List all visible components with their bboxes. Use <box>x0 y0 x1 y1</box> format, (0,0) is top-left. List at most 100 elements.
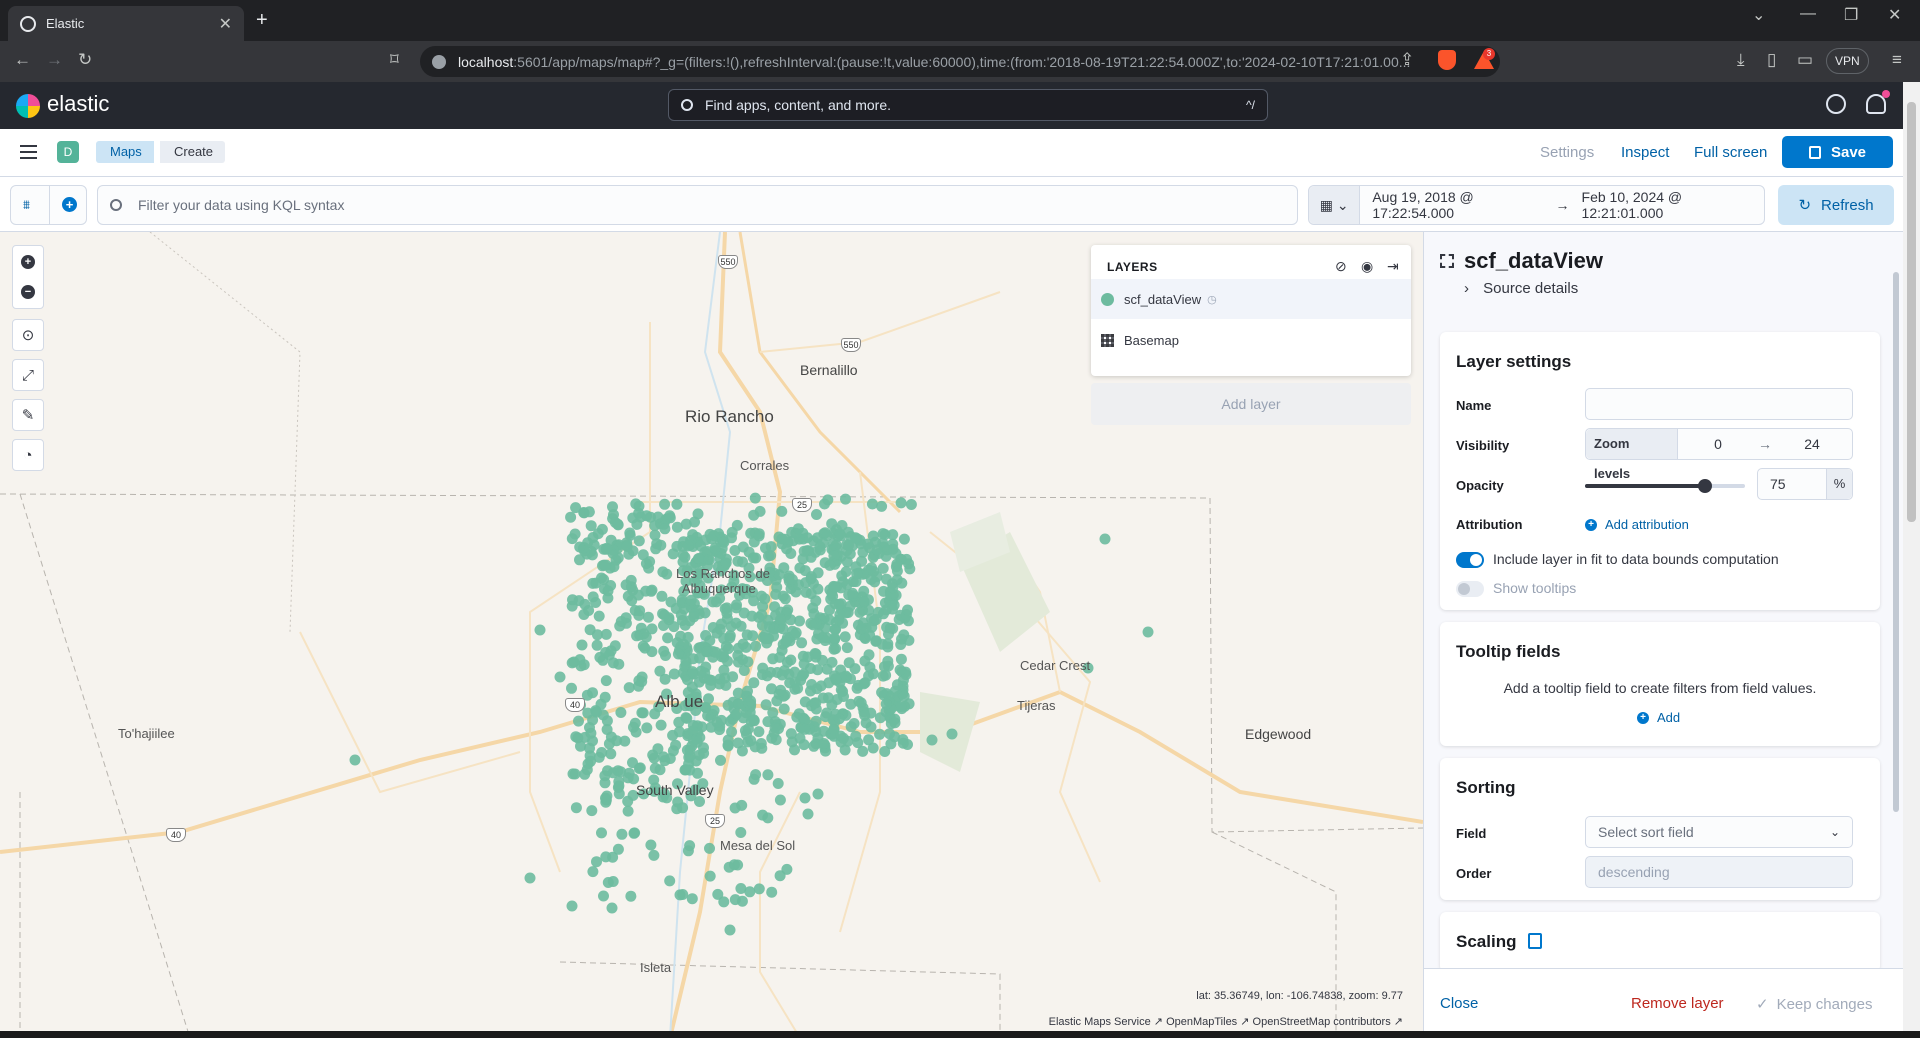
save-button[interactable]: Save <box>1782 136 1893 168</box>
layer-item-basemap[interactable]: Basemap <box>1091 320 1411 360</box>
sort-order-select[interactable]: descending <box>1585 856 1853 888</box>
page-scrollbar[interactable] <box>1903 82 1920 1038</box>
add-attribution-button[interactable]: + Add attribution <box>1585 517 1689 532</box>
wallet-icon[interactable]: ▭ <box>1797 50 1813 70</box>
scrollbar-thumb[interactable] <box>1907 102 1916 522</box>
kql-search-input[interactable]: Filter your data using KQL syntax <box>97 185 1298 225</box>
data-point <box>829 632 841 644</box>
vpn-button[interactable]: VPN <box>1826 48 1869 74</box>
attribution-osm[interactable]: OpenStreetMap contributors <box>1253 1016 1391 1028</box>
add-tooltip-field-button[interactable]: + Add <box>1637 710 1680 725</box>
data-point <box>749 492 761 504</box>
circle-icon <box>1101 292 1114 306</box>
browser-tab[interactable]: Elastic ✕ <box>8 6 244 41</box>
brave-shields-icon[interactable] <box>1438 50 1456 70</box>
bookmark-icon[interactable]: ⌑ <box>390 50 399 70</box>
settings-link[interactable]: Settings <box>1540 144 1594 161</box>
data-point <box>625 890 637 902</box>
date-picker[interactable]: ▦ ⌄ Aug 19, 2018 @ 17:22:54.000 → Feb 10… <box>1308 185 1765 225</box>
draw-tool-icon[interactable]: ✎ <box>12 399 44 431</box>
layer-item-scf-dataview[interactable]: scf_dataView ◷ <box>1091 279 1411 319</box>
space-avatar[interactable]: D <box>57 141 79 163</box>
zoom-min-input[interactable]: 0 <box>1678 436 1758 452</box>
data-point <box>584 722 595 733</box>
data-point <box>722 734 734 746</box>
sidebar-icon[interactable]: ▯ <box>1767 50 1776 70</box>
url-path: :5601/app/maps/map#?_g=(filters:!(),refr… <box>513 53 1411 70</box>
elastic-brand[interactable]: elastic <box>47 91 109 117</box>
data-point <box>895 653 907 665</box>
close-tab-icon[interactable]: ✕ <box>219 14 232 34</box>
url-field[interactable]: localhost :5601/app/maps/map#?_g=(filter… <box>420 46 1500 77</box>
minimize-icon[interactable]: — <box>1800 5 1816 23</box>
add-filter-icon[interactable]: + <box>62 197 77 212</box>
attribution-omt[interactable]: OpenMapTiles <box>1166 1016 1237 1028</box>
data-point <box>718 896 730 908</box>
forward-icon[interactable]: → <box>46 50 63 70</box>
close-button[interactable]: Close <box>1440 995 1478 1012</box>
fit-bounds-icon[interactable]: ⤢ <box>12 359 44 391</box>
hamburger-menu-icon[interactable] <box>20 145 37 159</box>
place-label: To'hajiilee <box>118 726 175 741</box>
data-point <box>785 548 797 559</box>
close-window-icon[interactable]: ✕ <box>1888 5 1901 25</box>
hide-all-icon[interactable]: ⊘ <box>1335 258 1347 275</box>
attribution-label: Attribution <box>1456 517 1523 532</box>
breadcrumb-maps[interactable]: Maps <box>96 141 154 163</box>
time-slider-icon[interactable]: ◔ <box>12 439 44 471</box>
download-icon[interactable]: ⤓ <box>1737 50 1745 70</box>
restore-icon[interactable]: ❐ <box>1844 5 1858 25</box>
flyout-scrollbar[interactable] <box>1893 272 1899 812</box>
source-details-toggle[interactable]: › Source details <box>1464 280 1578 297</box>
data-point <box>858 596 870 608</box>
data-point <box>623 548 635 560</box>
data-point <box>770 588 782 600</box>
date-start[interactable]: Aug 19, 2018 @ 17:22:54.000 <box>1360 189 1555 221</box>
locate-icon[interactable]: ⊙ <box>12 319 44 351</box>
remove-layer-button[interactable]: Remove layer <box>1631 995 1724 1012</box>
fullscreen-link[interactable]: Full screen <box>1694 144 1767 161</box>
new-tab-icon[interactable]: + <box>256 9 268 32</box>
data-point <box>680 764 692 776</box>
calendar-icon[interactable]: ▦ ⌄ <box>1309 186 1361 224</box>
help-icon[interactable] <box>1826 94 1846 114</box>
zoom-max-input[interactable]: 24 <box>1772 436 1852 452</box>
data-point <box>633 675 645 687</box>
layers-title: LAYERS <box>1107 260 1158 274</box>
data-point <box>648 849 660 861</box>
collapse-panel-icon[interactable]: ⇥ <box>1387 258 1399 275</box>
layer-name-input[interactable] <box>1585 388 1853 420</box>
eye-icon[interactable]: ◉ <box>1361 258 1373 275</box>
refresh-button[interactable]: ↻ Refresh <box>1778 185 1894 225</box>
inspect-link[interactable]: Inspect <box>1621 144 1669 161</box>
sort-field-select[interactable]: Select sort field ⌄ <box>1585 816 1853 848</box>
share-icon[interactable]: ⇪ <box>1400 50 1414 70</box>
site-info-icon[interactable] <box>432 54 446 69</box>
menu-icon[interactable]: ≡ <box>1892 50 1902 70</box>
back-icon[interactable]: ← <box>14 50 31 70</box>
data-point <box>901 553 912 565</box>
zoom-in-icon[interactable]: + <box>21 255 35 269</box>
attribution-ems[interactable]: Elastic Maps Service <box>1049 1016 1151 1028</box>
opacity-slider[interactable] <box>1585 479 1745 493</box>
rewards-badge: 3 <box>1483 48 1495 60</box>
add-layer-button[interactable]: Add layer <box>1091 383 1411 425</box>
chevron-right-icon: › <box>1464 280 1469 297</box>
data-point <box>591 856 602 868</box>
date-end[interactable]: Feb 10, 2024 @ 12:21:01.000 <box>1570 189 1764 221</box>
show-tooltips-toggle[interactable] <box>1456 581 1484 597</box>
data-points <box>349 492 1154 936</box>
include-fit-toggle[interactable] <box>1456 552 1484 568</box>
filter-icon[interactable]: ⩩ <box>23 197 30 213</box>
documentation-icon[interactable] <box>1528 933 1542 949</box>
global-search-input[interactable]: Find apps, content, and more. ^/ <box>668 89 1268 121</box>
opacity-input[interactable]: 75 % <box>1757 468 1853 500</box>
chevron-down-icon[interactable]: ⌄ <box>1752 5 1765 25</box>
zoom-out-icon[interactable]: − <box>21 285 35 299</box>
data-point <box>721 607 733 619</box>
slider-thumb[interactable] <box>1698 479 1712 493</box>
keep-changes-button[interactable]: ✓ Keep changes <box>1756 995 1873 1013</box>
elastic-favicon-icon <box>20 15 36 32</box>
elastic-logo-icon[interactable] <box>16 94 40 118</box>
reload-icon[interactable]: ↻ <box>78 50 92 70</box>
